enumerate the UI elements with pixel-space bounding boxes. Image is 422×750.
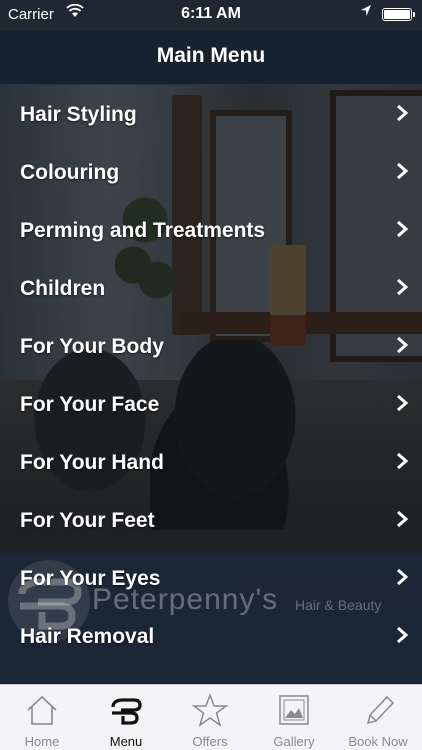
battery-icon xyxy=(382,8,412,21)
location-arrow-icon xyxy=(360,4,372,20)
tab-label: Book Now xyxy=(348,734,408,749)
menu-item-label: For Your Feet xyxy=(20,509,155,532)
chevron-right-icon xyxy=(397,394,408,412)
tab-bar: Home Menu Offers Gallery Book Now xyxy=(0,684,422,750)
status-bar: Carrier 6:11 AM xyxy=(0,0,422,30)
tab-home[interactable]: Home xyxy=(0,685,84,750)
gallery-icon xyxy=(279,695,309,725)
chevron-right-icon xyxy=(397,452,408,470)
menu-item-for-your-feet[interactable]: For Your Feet xyxy=(0,492,422,550)
menu-item-for-your-face[interactable]: For Your Face xyxy=(0,376,422,434)
menu-item-children[interactable]: Children xyxy=(0,260,422,318)
menu-item-label: Children xyxy=(20,277,106,300)
battery-tip xyxy=(413,12,415,17)
menu-item-hair-removal[interactable]: Hair Removal xyxy=(0,608,422,666)
tab-offers[interactable]: Offers xyxy=(168,685,252,750)
tab-book-now[interactable]: Book Now xyxy=(336,685,420,750)
chevron-right-icon xyxy=(397,278,408,296)
menu-item-label: For Your Hand xyxy=(20,451,164,474)
menu-item-perming-and-treatments[interactable]: Perming and Treatments xyxy=(0,202,422,260)
tab-menu[interactable]: Menu xyxy=(84,685,168,750)
menu-item-label: Hair Styling xyxy=(20,103,137,126)
app-screen: Carrier 6:11 AM Main Menu Peterpenny's H… xyxy=(0,0,422,750)
chevron-right-icon xyxy=(397,104,408,122)
menu-item-for-your-hand[interactable]: For Your Hand xyxy=(0,434,422,492)
tab-label: Offers xyxy=(192,734,228,749)
menu-item-for-your-body[interactable]: For Your Body xyxy=(0,318,422,376)
menu-item-label: For Your Face xyxy=(20,393,160,416)
clock: 6:11 AM xyxy=(181,5,241,22)
chevron-right-icon xyxy=(397,220,408,238)
menu-item-label: For Your Eyes xyxy=(20,567,161,590)
chevron-right-icon xyxy=(397,510,408,528)
logo-icon xyxy=(111,698,142,725)
chevron-right-icon xyxy=(397,626,408,644)
star-icon xyxy=(192,693,228,727)
menu-item-hair-styling[interactable]: Hair Styling xyxy=(0,86,422,144)
page-title: Main Menu xyxy=(156,44,266,67)
menu-item-colouring[interactable]: Colouring xyxy=(0,144,422,202)
chevron-right-icon xyxy=(397,162,408,180)
pencil-icon xyxy=(366,695,395,725)
menu-item-for-your-eyes[interactable]: For Your Eyes xyxy=(0,550,422,608)
tab-gallery[interactable]: Gallery xyxy=(252,685,336,750)
menu-item-label: Colouring xyxy=(20,161,120,184)
home-icon xyxy=(27,695,57,725)
tab-label: Menu xyxy=(109,734,143,749)
menu-item-label: Perming and Treatments xyxy=(20,219,266,242)
menu-item-label: For Your Body xyxy=(20,335,164,358)
main-menu-list: Hair Styling Colouring Perming and Treat… xyxy=(0,86,422,666)
chevron-right-icon xyxy=(397,568,408,586)
tab-label: Gallery xyxy=(273,734,315,749)
menu-item-label: Hair Removal xyxy=(20,625,155,648)
chevron-right-icon xyxy=(397,336,408,354)
tab-label: Home xyxy=(24,734,60,749)
navigation-bar: Main Menu xyxy=(0,30,422,85)
